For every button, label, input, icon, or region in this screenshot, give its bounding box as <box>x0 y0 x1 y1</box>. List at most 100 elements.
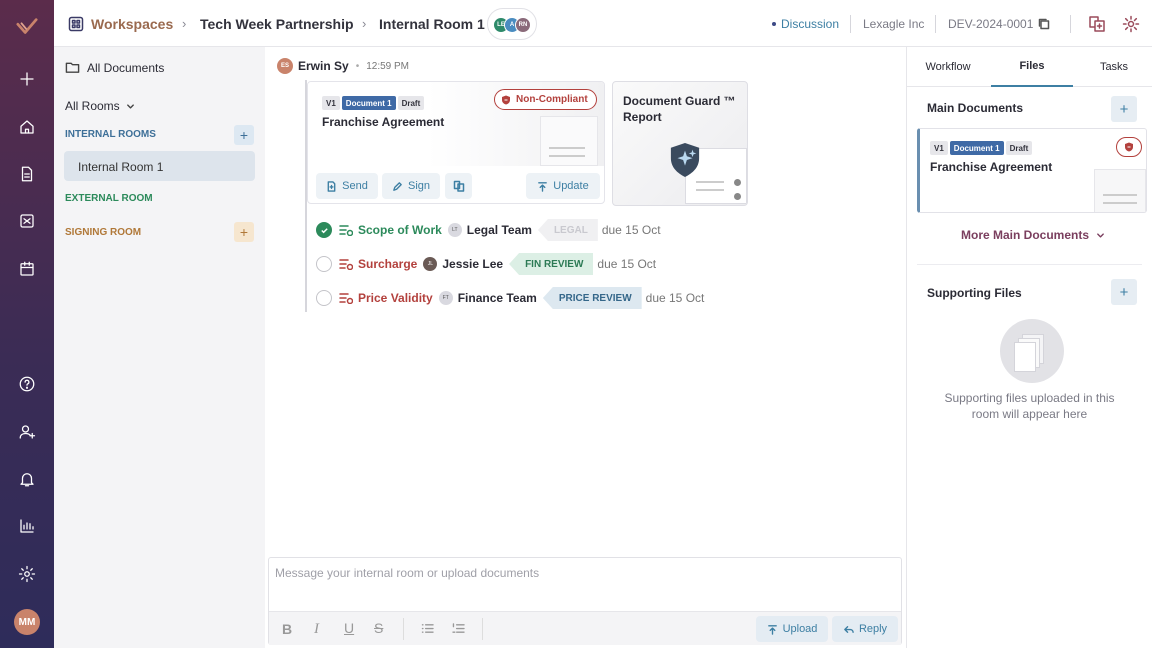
room-item-internal-room-1[interactable]: Internal Room 1 <box>64 151 255 181</box>
add-user-icon[interactable] <box>0 417 54 447</box>
add-internal-room-button[interactable]: + <box>234 125 254 145</box>
documents-compare-icon[interactable] <box>1088 0 1106 47</box>
external-room-header: EXTERNAL ROOM <box>65 193 153 204</box>
task-due: due 15 Oct <box>601 223 661 237</box>
upload-icon <box>538 181 548 192</box>
document-title[interactable]: Franchise Agreement <box>322 115 444 129</box>
company-name: Lexagle Inc <box>863 16 925 31</box>
user-avatar[interactable]: MM <box>0 607 54 637</box>
chevron-down-icon <box>1097 232 1104 238</box>
upload-button[interactable]: Upload <box>756 616 828 642</box>
settings-icon[interactable] <box>0 559 54 589</box>
files-panel: Workflow Files Tasks Main Documents + V1… <box>906 47 1152 648</box>
bold-icon[interactable]: B <box>282 621 292 637</box>
status-tag: Draft <box>397 96 425 110</box>
add-main-document-button[interactable]: + <box>1111 96 1137 122</box>
task-assignee: Legal Team <box>466 223 532 237</box>
user-initials: MM <box>14 609 40 635</box>
check-circle-icon[interactable] <box>316 290 332 306</box>
upload-label: Upload <box>782 623 818 635</box>
message-time: 12:59 PM <box>366 60 410 72</box>
analytics-icon[interactable] <box>0 511 54 541</box>
home-icon[interactable] <box>0 112 54 142</box>
add-signing-room-button[interactable]: + <box>234 222 254 242</box>
nav-rail: MM <box>0 0 54 648</box>
more-main-documents-label: More Main Documents <box>961 228 1090 242</box>
room-members[interactable]: LE A RN <box>487 0 537 47</box>
breadcrumb-workspace[interactable]: Tech Week Partnership <box>200 0 354 47</box>
document-tags: V1 Document 1 Draft <box>322 96 426 110</box>
plus-icon[interactable] <box>0 64 54 94</box>
shield-icon <box>1125 142 1133 152</box>
document-id: DEV-2024-0001 <box>948 0 1050 47</box>
check-circle-icon[interactable] <box>316 256 332 272</box>
update-button[interactable]: Update <box>526 173 600 199</box>
main-documents-heading: Main Documents <box>927 101 1024 115</box>
folder-icon <box>65 62 80 73</box>
document-thumbnail <box>1094 169 1146 212</box>
tab-tasks[interactable]: Tasks <box>1075 47 1152 87</box>
calendar-icon[interactable] <box>0 254 54 284</box>
task-title[interactable]: Scope of Work <box>358 223 442 237</box>
assignee-avatar: JL <box>423 257 438 271</box>
report-title: Document Guard ™ Report <box>623 93 736 125</box>
send-label: Send <box>342 180 368 192</box>
discussion-link[interactable]: Discussion <box>772 0 839 47</box>
tab-workflow[interactable]: Workflow <box>907 47 989 87</box>
assignee-avatar: LT <box>447 223 462 237</box>
signing-room-header: SIGNING ROOM <box>65 227 142 238</box>
document-icon[interactable] <box>0 159 54 189</box>
logo-icon[interactable] <box>0 12 54 42</box>
document-guard-report-card[interactable]: Document Guard ™ Report <box>612 81 748 206</box>
strikethrough-icon[interactable]: S <box>374 620 383 636</box>
all-rooms-dropdown[interactable]: All Rooms <box>65 99 135 113</box>
task-row[interactable]: Surcharge JL Jessie Lee FIN REVIEW due 1… <box>316 253 656 275</box>
compare-button[interactable] <box>445 173 472 199</box>
main-document-card[interactable]: V1 Document 1 Draft Franchise Agreement <box>917 128 1147 213</box>
send-button[interactable]: Send <box>316 173 378 199</box>
check-done-icon[interactable] <box>316 222 332 238</box>
task-list-icon <box>339 225 353 236</box>
numbered-list-icon[interactable] <box>452 623 465 634</box>
document-card[interactable]: V1 Document 1 Draft Franchise Agreement … <box>307 81 605 204</box>
task-stage-badge: FIN REVIEW <box>509 253 594 275</box>
task-title[interactable]: Price Validity <box>358 291 433 305</box>
room-settings-icon[interactable] <box>1122 0 1140 47</box>
discussion-label: Discussion <box>781 16 840 31</box>
task-row[interactable]: Scope of Work LT Legal Team LEGAL due 15… <box>316 219 661 241</box>
reply-label: Reply <box>858 623 888 635</box>
message-input[interactable]: Message your internal room or upload doc… <box>269 558 901 610</box>
status-tag: Draft <box>1005 141 1033 155</box>
member-avatar: RN <box>515 16 531 33</box>
version-tag: V1 <box>930 141 948 155</box>
add-supporting-file-button[interactable]: + <box>1111 279 1137 305</box>
contract-icon[interactable] <box>0 206 54 236</box>
empty-message-line-1: Supporting files uploaded in this <box>944 391 1115 405</box>
breadcrumb-room[interactable]: Internal Room 1 <box>379 0 485 47</box>
document-thumbnail <box>540 116 598 166</box>
copy-icon[interactable] <box>1038 18 1050 30</box>
help-icon[interactable] <box>0 369 54 399</box>
send-document-icon <box>327 180 336 192</box>
sign-button[interactable]: Sign <box>382 173 440 199</box>
task-title[interactable]: Surcharge <box>358 257 417 271</box>
workspaces-link[interactable]: Workspaces <box>68 0 173 47</box>
tab-files[interactable]: Files <box>991 47 1073 87</box>
top-bar: Workspaces › Tech Week Partnership › Int… <box>54 0 1152 47</box>
reply-button[interactable]: Reply <box>832 616 898 642</box>
underline-icon[interactable]: U <box>344 620 354 636</box>
bell-icon[interactable] <box>0 464 54 494</box>
italic-icon[interactable]: I <box>314 621 319 638</box>
more-main-documents-link[interactable]: More Main Documents <box>961 228 1105 242</box>
bullet-list-icon[interactable] <box>421 623 434 634</box>
app: MM Workspaces › Tech Week Partnership › … <box>0 0 1152 648</box>
non-compliant-badge[interactable]: Non-Compliant <box>494 89 597 110</box>
task-list-icon <box>339 259 353 270</box>
message-placeholder: Message your internal room or upload doc… <box>275 566 540 580</box>
document-title[interactable]: Franchise Agreement <box>930 160 1052 174</box>
non-compliant-badge[interactable] <box>1116 137 1142 157</box>
workspaces-label: Workspaces <box>91 15 174 32</box>
report-title-line-1: Document Guard ™ <box>623 94 736 108</box>
task-row[interactable]: Price Validity FT Finance Team PRICE REV… <box>316 287 704 309</box>
all-documents-link[interactable]: All Documents <box>65 60 164 75</box>
